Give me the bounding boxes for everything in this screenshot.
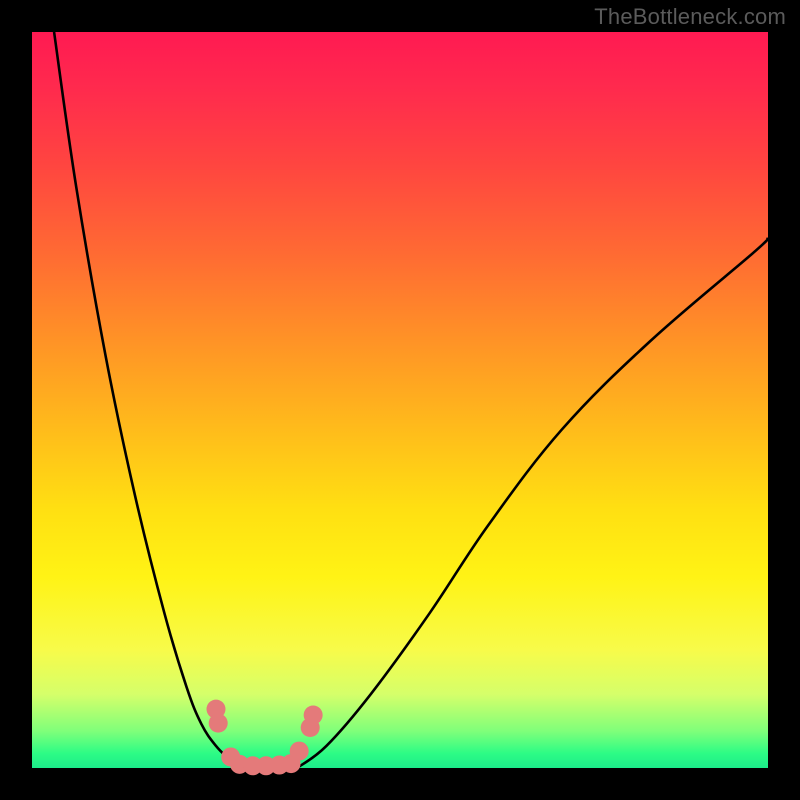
chart-svg [32, 32, 768, 768]
data-marker [304, 706, 323, 725]
watermark-text: TheBottleneck.com [594, 4, 786, 30]
data-marker [290, 742, 309, 761]
curve-group [54, 32, 768, 768]
chart-plot-area [32, 32, 768, 768]
outer-frame: TheBottleneck.com [0, 0, 800, 800]
data-marker [209, 714, 228, 733]
curve-left-branch [54, 32, 238, 768]
curve-right-branch [297, 238, 768, 768]
